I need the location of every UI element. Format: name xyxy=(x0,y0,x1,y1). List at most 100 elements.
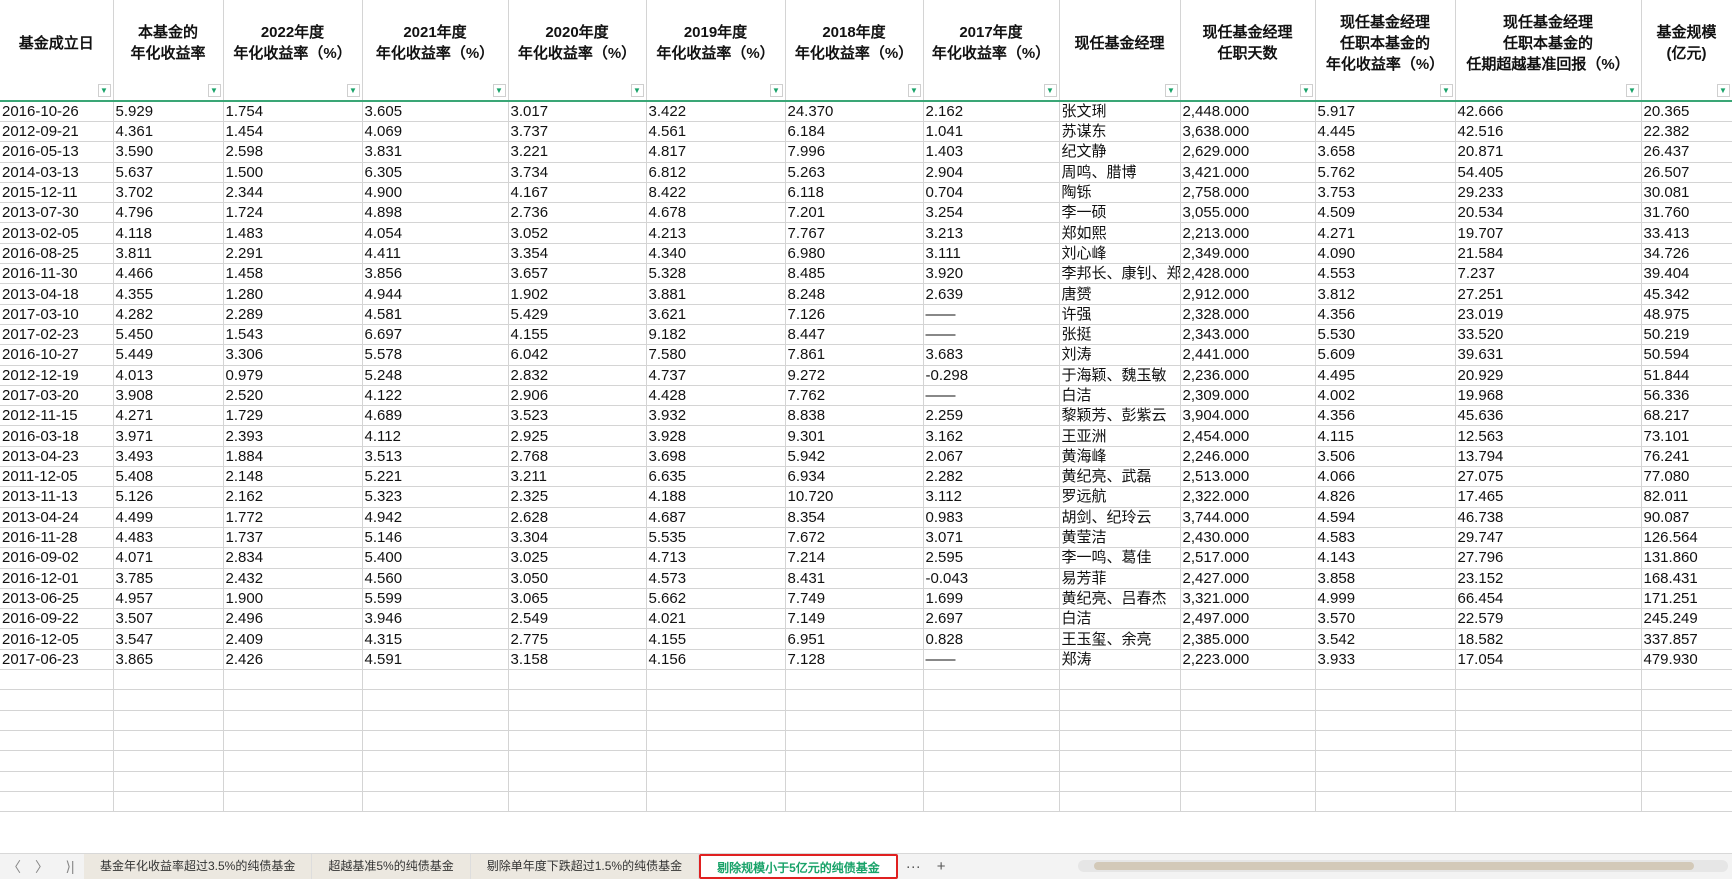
cell[interactable]: 4.594 xyxy=(1315,507,1456,528)
empty-cell[interactable] xyxy=(1315,771,1456,792)
cell[interactable]: 2,349.000 xyxy=(1180,243,1316,265)
cell[interactable]: 3.737 xyxy=(508,121,647,143)
empty-cell[interactable] xyxy=(646,750,786,772)
cell[interactable]: 7.126 xyxy=(785,304,924,325)
sheet-tab[interactable]: 超越基准5%的纯债基金 xyxy=(312,854,471,879)
cell[interactable]: 2013-04-24 xyxy=(0,507,114,528)
cell[interactable]: 4.499 xyxy=(113,507,224,528)
cell[interactable]: 4.156 xyxy=(646,649,786,671)
empty-cell[interactable] xyxy=(1455,791,1642,813)
cell[interactable]: 4.069 xyxy=(362,121,509,143)
empty-cell[interactable] xyxy=(0,771,114,792)
cell[interactable]: 7.672 xyxy=(785,527,924,549)
cell[interactable]: 4.445 xyxy=(1315,121,1456,143)
cell[interactable]: 2012-11-15 xyxy=(0,405,114,427)
cell[interactable]: 3.865 xyxy=(113,649,224,671)
empty-cell[interactable] xyxy=(113,730,224,752)
cell[interactable]: 3.932 xyxy=(646,405,786,427)
cell[interactable]: 4.143 xyxy=(1315,547,1456,569)
cell[interactable]: 7.128 xyxy=(785,649,924,671)
cell[interactable]: 2,448.000 xyxy=(1180,101,1316,122)
cell[interactable]: 1.772 xyxy=(223,507,363,528)
empty-cell[interactable] xyxy=(113,669,224,691)
cell[interactable]: 2,497.000 xyxy=(1180,608,1316,630)
cell[interactable]: 23.019 xyxy=(1455,304,1642,325)
cell[interactable]: 20.871 xyxy=(1455,141,1642,163)
cell[interactable]: 9.272 xyxy=(785,365,924,386)
cell[interactable]: 4.112 xyxy=(362,425,509,447)
empty-cell[interactable] xyxy=(923,730,1060,752)
cell[interactable]: 2016-10-27 xyxy=(0,344,114,366)
cell[interactable]: 12.563 xyxy=(1455,425,1642,447)
cell[interactable]: 4.002 xyxy=(1315,385,1456,407)
cell[interactable]: 2015-12-11 xyxy=(0,182,114,204)
cell[interactable]: 2013-02-05 xyxy=(0,222,114,244)
cell[interactable]: 3.354 xyxy=(508,243,647,265)
sheet-tab[interactable]: 剔除规模小于5亿元的纯债基金 xyxy=(699,854,898,879)
cell[interactable]: 56.336 xyxy=(1641,385,1732,407)
cell[interactable]: 王玉玺、余亮 xyxy=(1059,628,1181,650)
cell[interactable]: 3.071 xyxy=(923,527,1060,549)
cell[interactable]: 1.041 xyxy=(923,121,1060,143)
cell[interactable]: 3.933 xyxy=(1315,649,1456,671)
cell[interactable]: 2,427.000 xyxy=(1180,568,1316,589)
cell[interactable]: -0.298 xyxy=(923,365,1060,386)
cell[interactable]: 2.697 xyxy=(923,608,1060,630)
empty-cell[interactable] xyxy=(923,710,1060,731)
cell[interactable]: 45.342 xyxy=(1641,283,1732,305)
cell[interactable]: 8.838 xyxy=(785,405,924,427)
cell[interactable]: 1.500 xyxy=(223,162,363,183)
empty-cell[interactable] xyxy=(362,791,509,813)
cell[interactable]: 4.898 xyxy=(362,202,509,224)
empty-cell[interactable] xyxy=(362,730,509,752)
cell[interactable]: 4.689 xyxy=(362,405,509,427)
cell[interactable]: 2.344 xyxy=(223,182,363,204)
cell[interactable]: 2,223.000 xyxy=(1180,649,1316,671)
cell[interactable]: 3.698 xyxy=(646,446,786,468)
column-header[interactable]: 现任基金经理 任职本基金的 任期超越基准回报（%） ▼ xyxy=(1455,0,1642,102)
filter-dropdown-icon[interactable]: ▼ xyxy=(346,84,360,97)
cell[interactable]: 2.282 xyxy=(923,466,1060,488)
cell[interactable]: 0.979 xyxy=(223,365,363,386)
cell[interactable]: 3.493 xyxy=(113,446,224,468)
cell[interactable]: —— xyxy=(923,324,1060,346)
empty-cell[interactable] xyxy=(923,791,1060,813)
spreadsheet-grid[interactable]: 基金成立日 ▼ 本基金的 年化收益率 ▼ 2022年度 年化收益率（%） ▼ 2021年度 … xyxy=(0,0,1732,853)
cell[interactable]: 2,513.000 xyxy=(1180,466,1316,488)
cell[interactable]: 3.513 xyxy=(362,446,509,468)
cell[interactable]: 6.118 xyxy=(785,182,924,204)
cell[interactable]: 4.411 xyxy=(362,243,509,265)
cell[interactable]: 3.811 xyxy=(113,243,224,265)
cell[interactable]: 2017-06-23 xyxy=(0,649,114,671)
cell[interactable]: 2.496 xyxy=(223,608,363,630)
cell[interactable]: 20.365 xyxy=(1641,101,1732,122)
cell[interactable]: 2,236.000 xyxy=(1180,365,1316,386)
cell[interactable]: 5.400 xyxy=(362,547,509,569)
cell[interactable]: 5.637 xyxy=(113,162,224,183)
cell[interactable]: 2017-02-23 xyxy=(0,324,114,346)
cell[interactable]: 2.639 xyxy=(923,283,1060,305)
cell[interactable]: 纪文静 xyxy=(1059,141,1181,163)
cell[interactable]: 2,328.000 xyxy=(1180,304,1316,325)
cell[interactable]: 白洁 xyxy=(1059,385,1181,407)
empty-cell[interactable] xyxy=(785,771,924,792)
filter-dropdown-icon[interactable]: ▼ xyxy=(907,84,921,97)
filter-dropdown-icon[interactable]: ▼ xyxy=(207,84,221,97)
cell[interactable]: 2.832 xyxy=(508,365,647,386)
empty-cell[interactable] xyxy=(785,689,924,711)
cell[interactable]: 8.422 xyxy=(646,182,786,204)
cell[interactable]: 4.122 xyxy=(362,385,509,407)
cell[interactable]: 26.437 xyxy=(1641,141,1732,163)
cell[interactable]: 2.067 xyxy=(923,446,1060,468)
cell[interactable]: 1.884 xyxy=(223,446,363,468)
empty-cell[interactable] xyxy=(1455,750,1642,772)
cell[interactable]: 1.458 xyxy=(223,263,363,285)
empty-cell[interactable] xyxy=(223,750,363,772)
cell[interactable]: 4.021 xyxy=(646,608,786,630)
cell[interactable]: 2013-07-30 xyxy=(0,202,114,224)
cell[interactable]: 5.530 xyxy=(1315,324,1456,346)
cell[interactable]: 2014-03-13 xyxy=(0,162,114,183)
cell[interactable]: 9.301 xyxy=(785,425,924,447)
cell[interactable]: 171.251 xyxy=(1641,588,1732,610)
cell[interactable]: 76.241 xyxy=(1641,446,1732,468)
